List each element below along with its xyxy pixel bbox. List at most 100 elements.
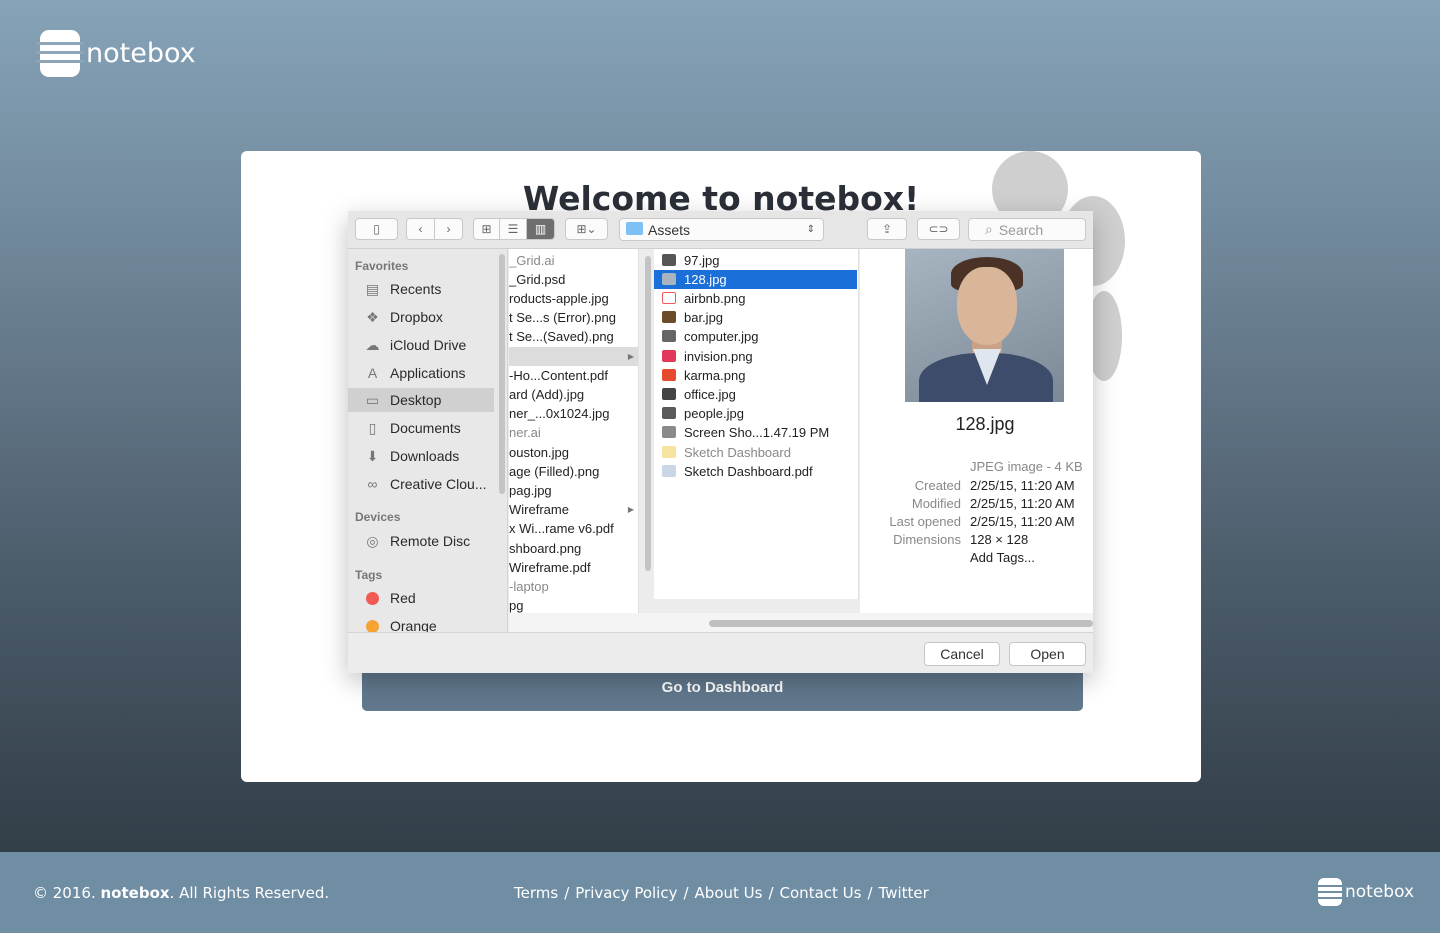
path-popup[interactable]: Assets ⇕ <box>619 218 824 241</box>
chevron-right-icon: › <box>446 222 451 236</box>
forward-button[interactable]: › <box>434 218 463 240</box>
tag-icon: ⊂⊃ <box>928 222 949 236</box>
add-tags-link[interactable]: Add Tags... <box>970 550 1035 565</box>
list-item[interactable]: karma.png <box>654 366 745 385</box>
list-item[interactable]: ouston.jpg <box>509 443 569 462</box>
page-footer: © 2016. notebox. All Rights Reserved. Te… <box>0 852 1440 933</box>
dialog-button-bar: Cancel Open <box>348 632 1093 673</box>
finder-sidebar: Favorites ▤ Recents ❖ Dropbox ☁ iCloud Driv… <box>348 249 508 634</box>
horizontal-scrollbar[interactable] <box>509 613 1093 632</box>
list-item[interactable]: t Se...(Saved).png <box>509 327 614 346</box>
sidebar-toggle-icon: ▯ <box>373 222 380 236</box>
list-view-button[interactable]: ☰ <box>499 218 527 240</box>
list-item[interactable]: ner_...0x1024.jpg <box>509 404 609 423</box>
copyright: © 2016. notebox. All Rights Reserved. <box>33 884 330 902</box>
column1-scrollbar[interactable] <box>645 256 651 571</box>
header-logo[interactable]: notebox <box>36 30 196 77</box>
scrollbar-thumb[interactable] <box>709 620 1093 627</box>
tags-button[interactable]: ⊂⊃ <box>917 218 960 240</box>
list-item[interactable]: 97.jpg <box>654 251 719 270</box>
footer-link-contact-us[interactable]: Contact Us <box>780 884 862 902</box>
share-icon: ⇪ <box>881 222 893 236</box>
list-item[interactable]: _Grid.ai <box>509 251 555 270</box>
file-open-dialog: ▯ ‹ › ⊞ ☰ ▥ ⊞⌄ Assets ⇕ ⇪ ⊂⊃ ⌕ Search Fa… <box>348 211 1093 673</box>
open-button[interactable]: Open <box>1009 642 1086 666</box>
list-item[interactable]: ard (Add).jpg <box>509 385 584 404</box>
share-button[interactable]: ⇪ <box>867 218 907 240</box>
sidebar-item-recents[interactable]: ▤ Recents <box>348 277 494 301</box>
list-item[interactable]: office.jpg <box>654 385 736 404</box>
sidebar-scrollbar[interactable] <box>499 254 505 494</box>
list-item[interactable]: Wireframe.pdf <box>509 558 591 577</box>
footer-logo-text: notebox <box>1345 882 1415 902</box>
footer-link-privacy-policy[interactable]: Privacy Policy <box>575 884 677 902</box>
list-item[interactable]: airbnb.png <box>654 289 745 308</box>
list-item[interactable]: roducts-apple.jpg <box>509 289 609 308</box>
preview-dimensions-row: Dimensions 128 × 128 <box>893 532 1029 547</box>
sidebar-item-tag-red[interactable]: Red <box>348 586 494 610</box>
chevron-left-icon: ‹ <box>418 222 423 236</box>
sidebar-item-creative-cloud[interactable]: ∞ Creative Clou... <box>348 472 494 496</box>
disc-icon: ◎ <box>366 532 379 549</box>
footer-logo[interactable]: notebox <box>1316 878 1415 906</box>
orange-tag-dot <box>366 619 379 633</box>
list-item[interactable]: age (Filled).png <box>509 462 599 481</box>
image-file-icon <box>662 311 676 323</box>
link-separator: / <box>683 884 689 902</box>
preview-last-opened-row: Last opened 2/25/15, 11:20 AM <box>889 514 1075 529</box>
file-column-parent: _Grid.ai _Grid.psd roducts-apple.jpg t S… <box>509 249 639 632</box>
list-item[interactable]: -laptop <box>509 577 549 596</box>
sidebar-item-remote-disc[interactable]: ◎ Remote Disc <box>348 529 494 553</box>
column-view-button[interactable]: ▥ <box>526 218 555 240</box>
list-item[interactable]: people.jpg <box>654 404 744 423</box>
search-placeholder: Search <box>998 221 1044 238</box>
list-item-selected[interactable]: 128.jpg <box>654 270 857 289</box>
footer-link-terms[interactable]: Terms <box>514 884 558 902</box>
notebox-logo-icon <box>1316 878 1344 906</box>
sidebar-item-icloud[interactable]: ☁ iCloud Drive <box>348 333 494 357</box>
list-item[interactable]: Sketch Dashboard <box>654 443 791 462</box>
list-item-selected-folder[interactable]: ▶ <box>509 347 638 366</box>
sidebar-item-downloads[interactable]: ⬇ Downloads <box>348 444 494 468</box>
list-item[interactable]: -Ho...Content.pdf <box>509 366 608 385</box>
path-folder-label: Assets <box>648 221 691 238</box>
search-field[interactable]: ⌕ Search <box>968 218 1086 241</box>
list-item[interactable]: computer.jpg <box>654 327 758 346</box>
preview-created-row: Created 2/25/15, 11:20 AM <box>914 478 1075 493</box>
list-item[interactable]: pag.jpg <box>509 481 552 500</box>
list-item-folder[interactable]: Wireframe ▶ <box>509 500 638 519</box>
list-item[interactable]: shboard.png <box>509 539 581 558</box>
list-item[interactable]: _Grid.psd <box>509 270 565 289</box>
list-item[interactable]: bar.jpg <box>654 308 723 327</box>
cancel-button[interactable]: Cancel <box>924 642 1000 666</box>
sidebar-item-documents[interactable]: ▯ Documents <box>348 416 494 440</box>
footer-link-twitter[interactable]: Twitter <box>879 884 929 902</box>
image-file-icon <box>662 254 676 266</box>
sidebar-item-applications[interactable]: A Applications <box>348 361 494 385</box>
desktop-icon: ▭ <box>365 391 380 408</box>
list-item[interactable]: ner.ai <box>509 423 541 442</box>
preview-image <box>905 249 1064 402</box>
image-file-icon <box>662 388 676 400</box>
creative-cloud-icon: ∞ <box>367 476 378 492</box>
link-separator: / <box>867 884 873 902</box>
file-column-assets: 97.jpg 128.jpg airbnb.png bar.jpg comput… <box>654 249 859 599</box>
preview-filename: 128.jpg <box>955 414 1015 434</box>
arrange-button[interactable]: ⊞⌄ <box>565 218 608 240</box>
list-item[interactable]: invision.png <box>654 347 753 366</box>
file-preview-pane: 128.jpg JPEG image - 4 KB Created 2/25/15… <box>860 249 1093 632</box>
back-button[interactable]: ‹ <box>406 218 435 240</box>
footer-link-about-us[interactable]: About Us <box>695 884 763 902</box>
list-item[interactable]: t Se...s (Error).png <box>509 308 616 327</box>
sidebar-item-desktop[interactable]: ▭ Desktop <box>348 388 494 412</box>
footer-links: Terms / Privacy Policy / About Us / Cont… <box>514 884 929 902</box>
list-item[interactable]: Screen Sho...1.47.19 PM <box>654 423 829 442</box>
list-item[interactable]: Sketch Dashboard.pdf <box>654 462 813 481</box>
icon-view-button[interactable]: ⊞ <box>473 218 500 240</box>
notebox-logo-icon <box>36 30 84 77</box>
sidebar-item-dropbox[interactable]: ❖ Dropbox <box>348 305 494 329</box>
list-item[interactable]: x Wi...rame v6.pdf <box>509 519 614 538</box>
arrange-icon: ⊞⌄ <box>576 222 597 236</box>
sidebar-toggle-button[interactable]: ▯ <box>355 218 398 240</box>
devices-heading: Devices <box>355 510 401 524</box>
